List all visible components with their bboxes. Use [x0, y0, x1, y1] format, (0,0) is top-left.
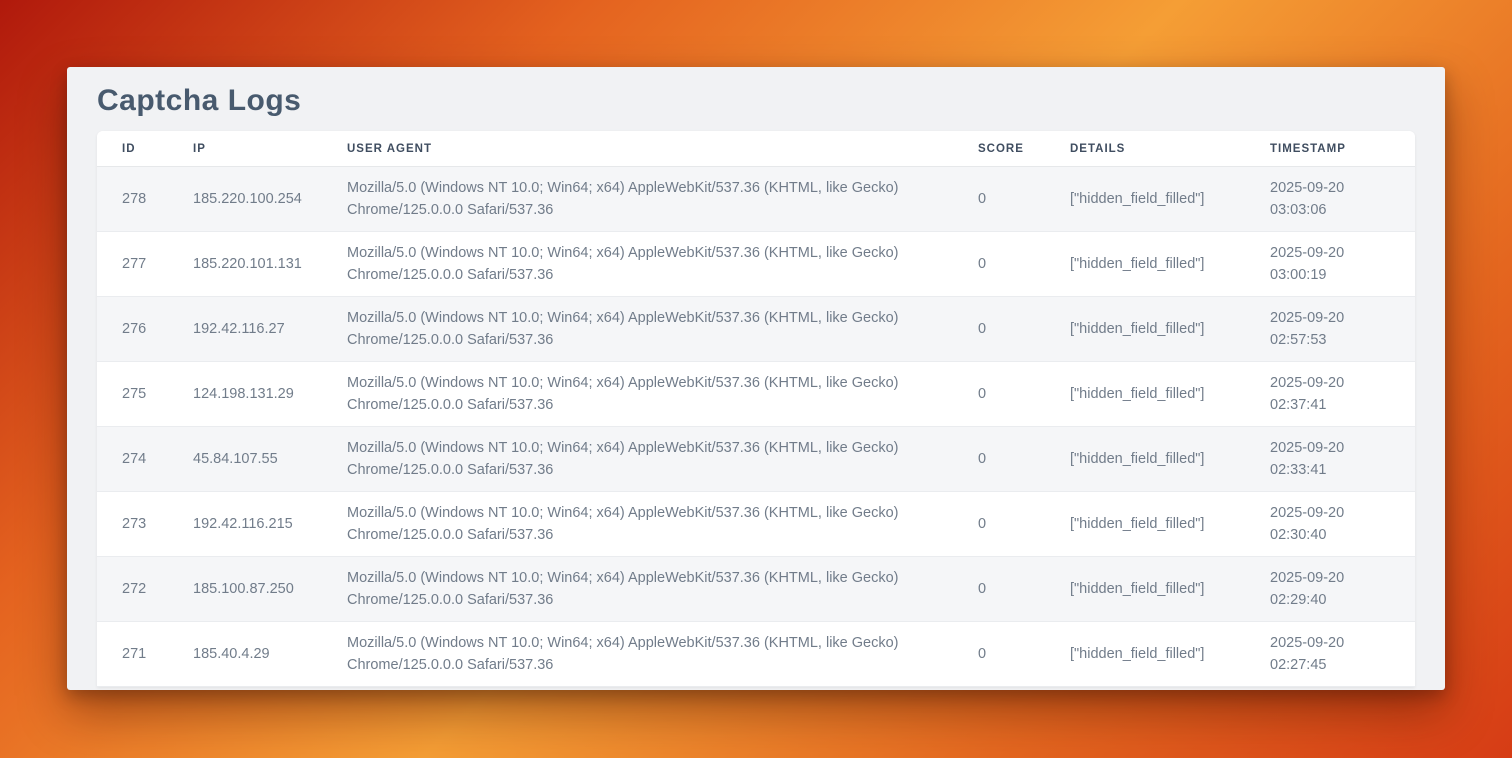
- cell-score: 0: [978, 297, 1070, 362]
- cell-score: 0: [978, 232, 1070, 297]
- table-body: 278 185.220.100.254 Mozilla/5.0 (Windows…: [97, 167, 1415, 687]
- cell-ip: 192.42.116.27: [193, 297, 347, 362]
- table-row: 278 185.220.100.254 Mozilla/5.0 (Windows…: [97, 167, 1415, 232]
- cell-id: 275: [97, 362, 193, 427]
- cell-user-agent: Mozilla/5.0 (Windows NT 10.0; Win64; x64…: [347, 492, 978, 557]
- cell-id: 273: [97, 492, 193, 557]
- cell-ip: 192.42.116.215: [193, 492, 347, 557]
- cell-timestamp: 2025-09-20 02:33:41: [1270, 427, 1415, 492]
- cell-user-agent: Mozilla/5.0 (Windows NT 10.0; Win64; x64…: [347, 427, 978, 492]
- cell-score: 0: [978, 167, 1070, 232]
- cell-id: 277: [97, 232, 193, 297]
- column-header-timestamp: TIMESTAMP: [1270, 131, 1415, 167]
- cell-timestamp: 2025-09-20 03:03:06: [1270, 167, 1415, 232]
- captcha-logs-table: IDIPUSER AGENTSCOREDETAILSTIMESTAMP 278 …: [97, 131, 1415, 687]
- table-row: 277 185.220.101.131 Mozilla/5.0 (Windows…: [97, 232, 1415, 297]
- cell-id: 276: [97, 297, 193, 362]
- page-title: Captcha Logs: [97, 81, 1415, 121]
- cell-id: 271: [97, 622, 193, 687]
- cell-timestamp: 2025-09-20 02:27:45: [1270, 622, 1415, 687]
- column-header-details: DETAILS: [1070, 131, 1270, 167]
- cell-ip: 185.220.101.131: [193, 232, 347, 297]
- cell-user-agent: Mozilla/5.0 (Windows NT 10.0; Win64; x64…: [347, 557, 978, 622]
- table-row: 276 192.42.116.27 Mozilla/5.0 (Windows N…: [97, 297, 1415, 362]
- captcha-logs-table-container: IDIPUSER AGENTSCOREDETAILSTIMESTAMP 278 …: [97, 131, 1415, 687]
- column-header-user_agent: USER AGENT: [347, 131, 978, 167]
- cell-details: ["hidden_field_filled"]: [1070, 297, 1270, 362]
- table-row: 275 124.198.131.29 Mozilla/5.0 (Windows …: [97, 362, 1415, 427]
- column-header-id: ID: [97, 131, 193, 167]
- column-header-score: SCORE: [978, 131, 1070, 167]
- cell-id: 274: [97, 427, 193, 492]
- cell-details: ["hidden_field_filled"]: [1070, 427, 1270, 492]
- column-header-ip: IP: [193, 131, 347, 167]
- cell-score: 0: [978, 622, 1070, 687]
- table-row: 272 185.100.87.250 Mozilla/5.0 (Windows …: [97, 557, 1415, 622]
- table-row: 271 185.40.4.29 Mozilla/5.0 (Windows NT …: [97, 622, 1415, 687]
- cell-timestamp: 2025-09-20 02:30:40: [1270, 492, 1415, 557]
- cell-user-agent: Mozilla/5.0 (Windows NT 10.0; Win64; x64…: [347, 167, 978, 232]
- cell-user-agent: Mozilla/5.0 (Windows NT 10.0; Win64; x64…: [347, 297, 978, 362]
- captcha-logs-card: Captcha Logs IDIPUSER AGENTSCOREDETAILST…: [67, 67, 1445, 690]
- cell-score: 0: [978, 492, 1070, 557]
- cell-details: ["hidden_field_filled"]: [1070, 167, 1270, 232]
- table-header: IDIPUSER AGENTSCOREDETAILSTIMESTAMP: [97, 131, 1415, 167]
- cell-details: ["hidden_field_filled"]: [1070, 622, 1270, 687]
- cell-details: ["hidden_field_filled"]: [1070, 232, 1270, 297]
- cell-user-agent: Mozilla/5.0 (Windows NT 10.0; Win64; x64…: [347, 232, 978, 297]
- cell-timestamp: 2025-09-20 03:00:19: [1270, 232, 1415, 297]
- cell-ip: 185.220.100.254: [193, 167, 347, 232]
- cell-id: 278: [97, 167, 193, 232]
- cell-id: 272: [97, 557, 193, 622]
- cell-timestamp: 2025-09-20 02:57:53: [1270, 297, 1415, 362]
- cell-timestamp: 2025-09-20 02:29:40: [1270, 557, 1415, 622]
- cell-score: 0: [978, 362, 1070, 427]
- cell-user-agent: Mozilla/5.0 (Windows NT 10.0; Win64; x64…: [347, 362, 978, 427]
- table-row: 273 192.42.116.215 Mozilla/5.0 (Windows …: [97, 492, 1415, 557]
- header-row: IDIPUSER AGENTSCOREDETAILSTIMESTAMP: [97, 131, 1415, 167]
- cell-ip: 185.40.4.29: [193, 622, 347, 687]
- cell-ip: 124.198.131.29: [193, 362, 347, 427]
- cell-timestamp: 2025-09-20 02:37:41: [1270, 362, 1415, 427]
- table-row: 274 45.84.107.55 Mozilla/5.0 (Windows NT…: [97, 427, 1415, 492]
- cell-details: ["hidden_field_filled"]: [1070, 557, 1270, 622]
- page-background: { "page": { "title": "Captcha Logs" }, "…: [0, 0, 1512, 758]
- cell-ip: 45.84.107.55: [193, 427, 347, 492]
- cell-user-agent: Mozilla/5.0 (Windows NT 10.0; Win64; x64…: [347, 622, 978, 687]
- cell-ip: 185.100.87.250: [193, 557, 347, 622]
- cell-score: 0: [978, 557, 1070, 622]
- cell-details: ["hidden_field_filled"]: [1070, 492, 1270, 557]
- cell-details: ["hidden_field_filled"]: [1070, 362, 1270, 427]
- cell-score: 0: [978, 427, 1070, 492]
